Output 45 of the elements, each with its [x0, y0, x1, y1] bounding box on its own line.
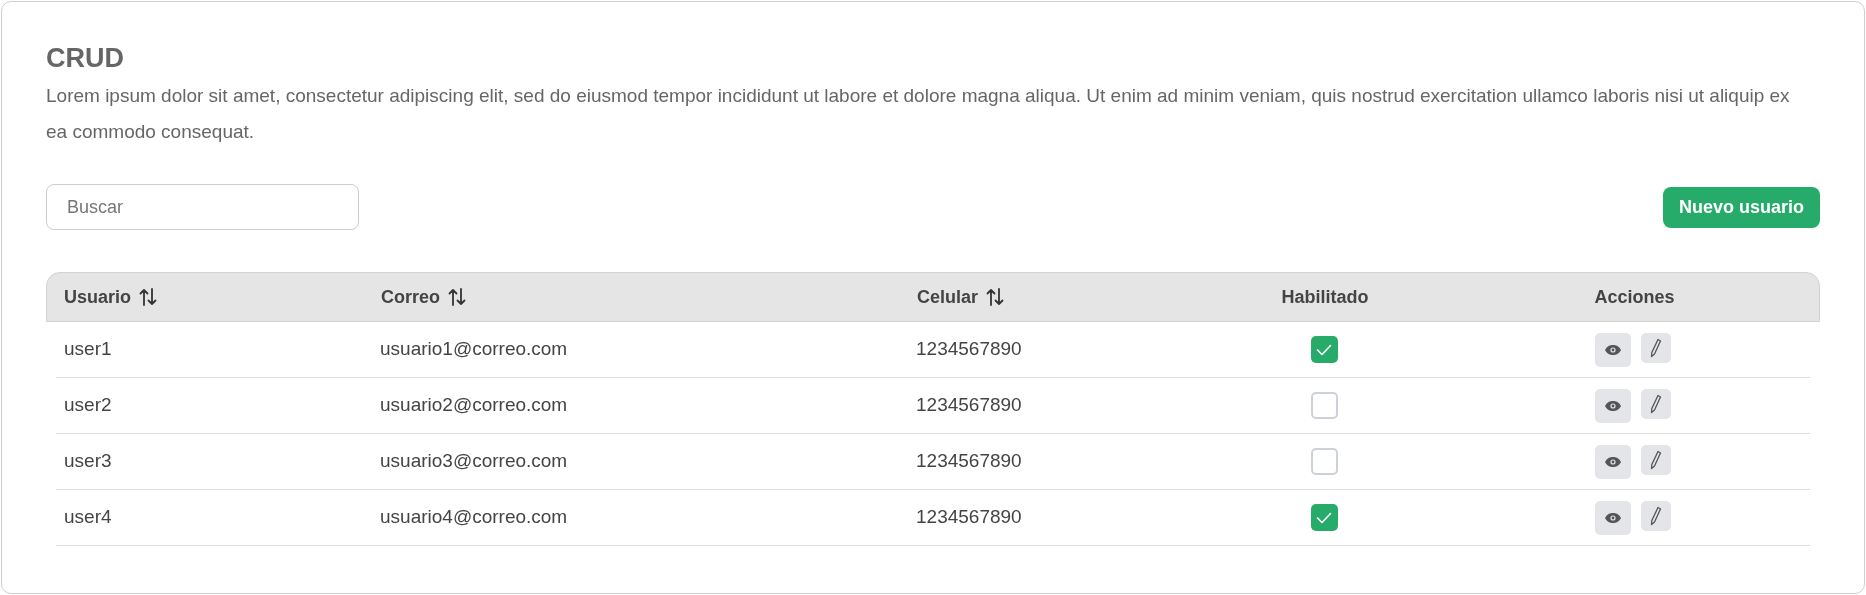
column-header[interactable]: Usuario [64, 283, 132, 311]
table-cell: user4 [64, 506, 112, 528]
edit-button[interactable] [1640, 444, 1671, 475]
table-cell: 1234567890 [916, 394, 1022, 416]
check-icon [1316, 511, 1332, 524]
view-button[interactable] [1594, 332, 1631, 367]
table-cell: user3 [64, 450, 112, 472]
eye-icon [1603, 455, 1622, 468]
search-field[interactable]: Buscar [46, 184, 359, 230]
checkbox[interactable] [1310, 448, 1338, 475]
pencil-icon [1649, 449, 1662, 470]
column-header[interactable]: Celular [917, 283, 979, 311]
column-header: Habilitado [1281, 285, 1369, 309]
checkbox[interactable] [1310, 336, 1338, 363]
table-cell: user1 [64, 338, 112, 360]
view-button[interactable] [1594, 500, 1631, 535]
view-button[interactable] [1594, 444, 1631, 479]
checkbox[interactable] [1310, 392, 1338, 419]
pencil-icon [1649, 393, 1662, 414]
page-title: CRUD [46, 42, 125, 75]
edit-button[interactable] [1640, 332, 1671, 363]
eye-icon [1603, 399, 1622, 412]
edit-button[interactable] [1640, 388, 1671, 419]
sort-icon[interactable] [986, 287, 1005, 307]
eye-icon [1603, 511, 1622, 524]
check-icon [1316, 343, 1332, 356]
pencil-icon [1649, 337, 1662, 358]
eye-icon [1603, 343, 1622, 356]
table-cell: usuario1@correo.com [380, 338, 568, 360]
edit-button[interactable] [1640, 500, 1671, 531]
table-cell: user2 [64, 394, 112, 416]
column-header: Acciones [1594, 285, 1675, 309]
table-cell: 1234567890 [916, 450, 1022, 472]
table-cell: 1234567890 [916, 506, 1022, 528]
pencil-icon [1649, 505, 1662, 526]
sort-icon[interactable] [139, 287, 158, 307]
view-button[interactable] [1594, 388, 1631, 423]
checkbox[interactable] [1310, 504, 1338, 531]
table-cell: usuario3@correo.com [380, 450, 568, 472]
table-cell: 1234567890 [916, 338, 1022, 360]
sort-icon[interactable] [448, 287, 466, 307]
table-cell: usuario4@correo.com [380, 506, 568, 528]
column-header[interactable]: Correo [381, 283, 440, 311]
description: Lorem ipsum dolor sit amet, consectetur adipiscing elit, sed do eiusmod tempor incididunt ut labore et dolore magna aliqua. Ut enim ad minim veniam, quis nostrud exercitation ullamco laboris nisi ut aliquip ex ea commodo consequat. [46, 84, 1791, 144]
table-cell: usuario2@correo.com [380, 394, 568, 416]
